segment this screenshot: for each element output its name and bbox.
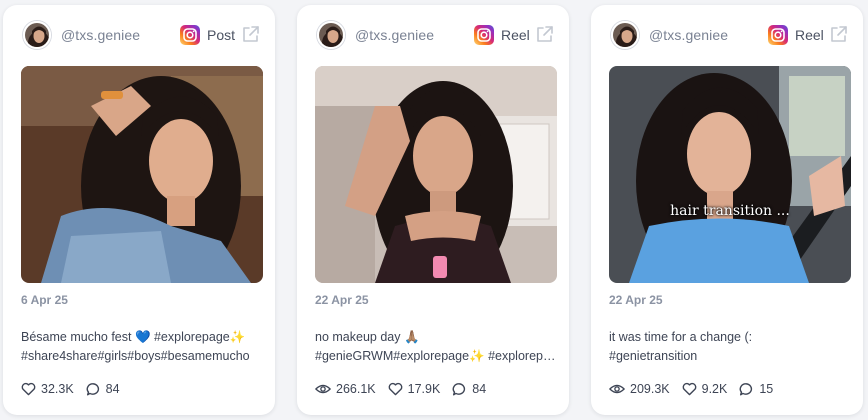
- post-caption: no makeup day 🙏🏽 #genieGRWM#explorepage✨…: [315, 328, 557, 366]
- instagram-icon: [474, 25, 494, 45]
- views-stat: 266.1K: [315, 382, 376, 396]
- views-count: 209.3K: [630, 382, 670, 396]
- post-card[interactable]: @txs.geniee Reel: [297, 5, 569, 415]
- heart-icon: [21, 382, 36, 396]
- caption-line: no makeup day 🙏🏽: [315, 330, 420, 344]
- heart-icon: [388, 382, 403, 396]
- caption-line: it was time for a change (:: [609, 330, 753, 344]
- username[interactable]: @txs.geniee: [649, 27, 728, 43]
- comments-count: 84: [105, 382, 120, 396]
- post-video-thumbnail[interactable]: hair transition ...: [609, 66, 851, 283]
- username[interactable]: @txs.geniee: [355, 27, 434, 43]
- comment-icon: [452, 382, 466, 395]
- comments-stat: 84: [452, 382, 486, 397]
- post-caption: Bésame mucho fest 💙 #explorepage✨ #share…: [21, 328, 263, 366]
- media-overlay-text: hair transition ...: [670, 203, 790, 219]
- comments-stat: 84: [86, 382, 120, 397]
- comments-stat: 15: [739, 382, 773, 397]
- avatar[interactable]: [23, 21, 51, 49]
- instagram-icon: [768, 25, 788, 45]
- comment-icon: [739, 382, 753, 395]
- post-stats: 209.3K 9.2K 15: [609, 380, 785, 398]
- likes-stat: 9.2K: [682, 382, 728, 396]
- likes-stat: 17.9K: [388, 382, 441, 396]
- likes-count: 9.2K: [701, 382, 728, 396]
- views-count: 266.1K: [336, 382, 376, 396]
- instagram-icon: [180, 25, 200, 45]
- caption-line: #share4share#girls#boys#besamemucho: [21, 349, 250, 363]
- post-card[interactable]: @txs.geniee Reel: [591, 5, 863, 415]
- post-stats: 266.1K 17.9K 84: [315, 380, 498, 398]
- comment-icon: [86, 382, 99, 395]
- caption-line: #genieGRWM#explorepage✨ #explorepage: [315, 349, 557, 363]
- post-video-thumbnail[interactable]: [315, 66, 557, 283]
- post-type-label: Reel: [501, 27, 530, 43]
- heart-icon: [682, 382, 697, 396]
- post-date: 22 Apr 25: [315, 293, 369, 307]
- external-link-icon[interactable]: [241, 25, 260, 44]
- external-link-icon[interactable]: [535, 25, 554, 44]
- likes-count: 17.9K: [407, 382, 441, 396]
- post-type-label: Post: [207, 27, 236, 43]
- caption-line: #genietransition: [609, 349, 698, 363]
- username[interactable]: @txs.geniee: [61, 27, 140, 43]
- likes-count: 32.3K: [41, 382, 74, 396]
- avatar[interactable]: [611, 21, 639, 49]
- likes-stat: 32.3K: [21, 382, 74, 396]
- card-header: @txs.geniee Reel: [297, 5, 569, 65]
- views-stat: 209.3K: [609, 382, 670, 396]
- eye-icon: [315, 384, 331, 394]
- avatar[interactable]: [317, 21, 345, 49]
- post-stats: 32.3K 84: [21, 380, 132, 398]
- external-link-icon[interactable]: [829, 25, 848, 44]
- post-caption: it was time for a change (: #genietransi…: [609, 328, 851, 366]
- comments-count: 84: [472, 382, 487, 396]
- card-header: @txs.geniee Post: [3, 5, 275, 65]
- caption-line: Bésame mucho fest 💙 #explorepage✨: [21, 330, 246, 344]
- post-card[interactable]: @txs.geniee Post 6 Apr 25 Bésame mucho f…: [3, 5, 275, 415]
- post-type-label: Reel: [795, 27, 824, 43]
- post-date: 22 Apr 25: [609, 293, 663, 307]
- card-header: @txs.geniee Reel: [591, 5, 863, 65]
- eye-icon: [609, 384, 625, 394]
- post-image[interactable]: [21, 66, 263, 283]
- post-date: 6 Apr 25: [21, 293, 68, 307]
- comments-count: 15: [759, 382, 774, 396]
